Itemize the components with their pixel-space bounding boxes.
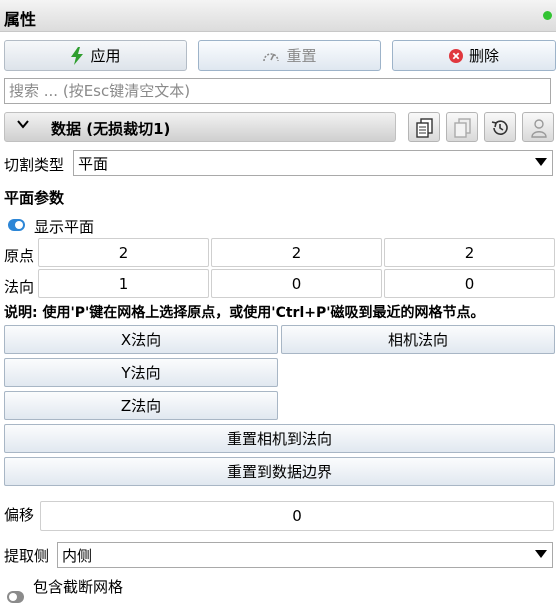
reset-label: 重置 bbox=[286, 47, 317, 65]
normal-label: 法向 bbox=[4, 278, 35, 296]
copy-button[interactable] bbox=[408, 112, 440, 142]
user-button[interactable] bbox=[522, 112, 554, 142]
clip-type-select[interactable]: 平面 bbox=[73, 150, 553, 176]
offset-value: 0 bbox=[292, 507, 302, 525]
paste-icon bbox=[454, 118, 471, 138]
delete-button[interactable]: 删除 bbox=[392, 40, 556, 71]
clip-type-label: 切割类型 bbox=[4, 156, 65, 174]
show-plane-label: 显示平面 bbox=[34, 218, 95, 236]
search-input[interactable] bbox=[4, 78, 551, 104]
delete-circle-icon bbox=[448, 48, 463, 63]
delete-label: 删除 bbox=[468, 47, 499, 65]
normal-z-field[interactable]: 0 bbox=[384, 269, 555, 298]
dropdown-arrow-icon bbox=[535, 158, 547, 166]
plane-params-heading: 平面参数 bbox=[4, 189, 65, 207]
origin-z-field[interactable]: 2 bbox=[384, 238, 555, 267]
normal-x-value: 1 bbox=[118, 274, 129, 293]
normal-x-field[interactable]: 1 bbox=[38, 269, 209, 298]
extract-label: 提取侧 bbox=[4, 547, 50, 565]
panel-title: 属性 bbox=[4, 10, 37, 29]
reset-camera-label: 重置相机到法向 bbox=[226, 430, 332, 448]
crinkle-label: 包含截断网格 bbox=[33, 578, 124, 596]
camera-normal-button[interactable]: 相机法向 bbox=[281, 325, 555, 354]
offset-label: 偏移 bbox=[4, 506, 35, 524]
history-button[interactable] bbox=[484, 112, 516, 142]
camera-normal-label: 相机法向 bbox=[387, 331, 448, 349]
crinkle-toggle[interactable] bbox=[7, 591, 24, 603]
x-normal-label: X法向 bbox=[120, 331, 162, 349]
paste-button[interactable] bbox=[446, 112, 478, 142]
copy-icon bbox=[416, 118, 433, 138]
origin-x-value: 2 bbox=[118, 243, 129, 262]
origin-y-field[interactable]: 2 bbox=[211, 238, 382, 267]
panel-header: 属性 bbox=[0, 0, 556, 32]
apply-button[interactable]: 应用 bbox=[4, 40, 187, 71]
origin-y-value: 2 bbox=[291, 243, 302, 262]
apply-label: 应用 bbox=[90, 47, 121, 65]
history-icon bbox=[491, 120, 508, 135]
status-indicator bbox=[543, 11, 552, 20]
clip-type-value: 平面 bbox=[78, 154, 109, 173]
reset-camera-button[interactable]: 重置相机到法向 bbox=[4, 424, 555, 453]
origin-z-value: 2 bbox=[464, 243, 475, 262]
dropdown-arrow-icon bbox=[535, 550, 547, 558]
normal-y-field[interactable]: 0 bbox=[211, 269, 382, 298]
origin-x-field[interactable]: 2 bbox=[38, 238, 209, 267]
offset-field[interactable]: 0 bbox=[40, 501, 554, 531]
z-normal-button[interactable]: Z法向 bbox=[4, 391, 278, 420]
extract-value: 内侧 bbox=[62, 546, 93, 565]
extract-select[interactable]: 内侧 bbox=[57, 542, 553, 568]
user-icon bbox=[531, 119, 547, 138]
x-normal-button[interactable]: X法向 bbox=[4, 325, 278, 354]
normal-y-value: 0 bbox=[291, 274, 302, 293]
group-header[interactable]: 数据 (无损裁切1) bbox=[4, 112, 396, 142]
reset-bounds-button[interactable]: 重置到数据边界 bbox=[4, 457, 555, 486]
reset-button[interactable]: 重置 bbox=[198, 40, 381, 71]
reset-bounds-label: 重置到数据边界 bbox=[226, 463, 332, 481]
usage-note: 说明: 使用'P'键在网格上选择原点，或使用'Ctrl+P'磁吸到最近的网格节点… bbox=[4, 305, 485, 321]
y-normal-label: Y法向 bbox=[121, 364, 161, 382]
lightning-icon bbox=[70, 46, 84, 65]
z-normal-label: Z法向 bbox=[120, 397, 162, 415]
group-title: 数据 (无损裁切1) bbox=[51, 120, 171, 138]
normal-z-value: 0 bbox=[464, 274, 475, 293]
show-plane-toggle[interactable] bbox=[8, 219, 25, 231]
y-normal-button[interactable]: Y法向 bbox=[4, 358, 278, 387]
chevron-down-icon[interactable] bbox=[17, 118, 29, 134]
origin-label: 原点 bbox=[4, 247, 35, 265]
gauge-icon bbox=[262, 48, 280, 64]
